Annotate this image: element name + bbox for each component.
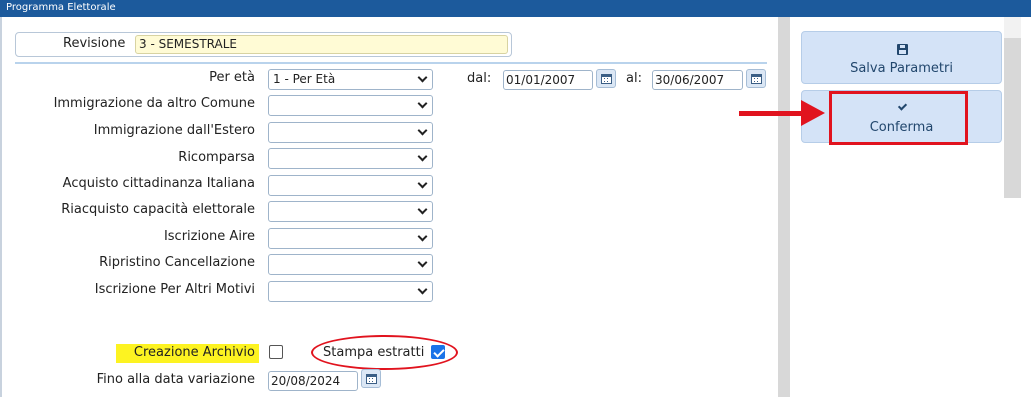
chevron-down-icon xyxy=(417,284,428,295)
annotation-arrow-shaft xyxy=(739,111,803,116)
per-eta-label: Per età xyxy=(209,70,255,85)
per-eta-select[interactable]: 1 - Per Età xyxy=(268,69,433,90)
window-border xyxy=(0,17,2,397)
immigrazione-comune-select[interactable] xyxy=(268,95,433,116)
chevron-down-icon xyxy=(417,257,428,268)
al-date-input[interactable]: 30/06/2007 xyxy=(652,70,743,90)
dal-calendar-button[interactable] xyxy=(596,69,616,88)
creazione-archivio-checkbox[interactable] xyxy=(269,345,283,359)
annotation-arrow-icon xyxy=(801,100,825,126)
creazione-archivio-label: Creazione Archivio xyxy=(133,345,255,360)
chevron-down-icon xyxy=(417,125,428,136)
revisione-field: 3 - SEMESTRALE xyxy=(135,35,508,54)
chevron-down-icon xyxy=(417,204,428,215)
per-eta-value: 1 - Per Età xyxy=(273,72,336,86)
riacquisto-capacita-label: Riacquisto capacità elettorale xyxy=(61,202,255,217)
acquisto-cittadinanza-label: Acquisto cittadinanza Italiana xyxy=(62,176,255,191)
al-calendar-button[interactable] xyxy=(746,69,766,88)
salva-parametri-label: Salva Parametri xyxy=(850,61,953,76)
immigrazione-comune-label: Immigrazione da altro Comune xyxy=(53,96,255,111)
chevron-down-icon xyxy=(417,151,428,162)
dal-date-input[interactable]: 01/01/2007 xyxy=(503,70,593,90)
fino-data-variazione-label: Fino alla data variazione xyxy=(96,372,255,387)
chevron-down-icon xyxy=(417,231,428,242)
fino-data-calendar-button[interactable] xyxy=(361,369,381,388)
calendar-icon xyxy=(366,374,377,384)
side-panel-scrollbar[interactable] xyxy=(1004,38,1021,198)
section-divider xyxy=(15,62,767,64)
fino-data-variazione-input[interactable]: 20/08/2024 xyxy=(268,371,358,391)
chevron-down-icon xyxy=(417,178,428,189)
acquisto-cittadinanza-select[interactable] xyxy=(268,175,433,196)
ripristino-cancellazione-label: Ripristino Cancellazione xyxy=(99,255,255,270)
annotation-ellipse xyxy=(311,335,458,370)
iscrizione-aire-select[interactable] xyxy=(268,228,433,249)
riacquisto-capacita-select[interactable] xyxy=(268,201,433,222)
revisione-label: Revisione xyxy=(63,36,126,51)
form-scrollbar[interactable] xyxy=(778,17,790,397)
salva-parametri-button[interactable]: Salva Parametri xyxy=(801,31,1002,84)
ricomparsa-select[interactable] xyxy=(268,148,433,169)
annotation-box xyxy=(829,91,968,145)
al-label: al: xyxy=(626,71,642,86)
chevron-down-icon xyxy=(417,72,428,83)
chevron-down-icon xyxy=(417,98,428,109)
dal-label: dal: xyxy=(467,71,492,86)
floppy-disk-icon xyxy=(897,44,908,55)
iscrizione-altri-motivi-select[interactable] xyxy=(268,281,433,302)
title-bar: Programma Elettorale xyxy=(0,0,1031,17)
immigrazione-estero-select[interactable] xyxy=(268,122,433,143)
window-title: Programma Elettorale xyxy=(6,2,116,13)
calendar-icon xyxy=(751,74,762,84)
immigrazione-estero-label: Immigrazione dall'Estero xyxy=(93,123,255,138)
ripristino-cancellazione-select[interactable] xyxy=(268,254,433,275)
iscrizione-altri-motivi-label: Iscrizione Per Altri Motivi xyxy=(94,282,255,297)
side-panel-scroll-gutter xyxy=(1004,17,1021,38)
calendar-icon xyxy=(601,74,612,84)
iscrizione-aire-label: Iscrizione Aire xyxy=(163,229,255,244)
ricomparsa-label: Ricomparsa xyxy=(178,150,255,165)
